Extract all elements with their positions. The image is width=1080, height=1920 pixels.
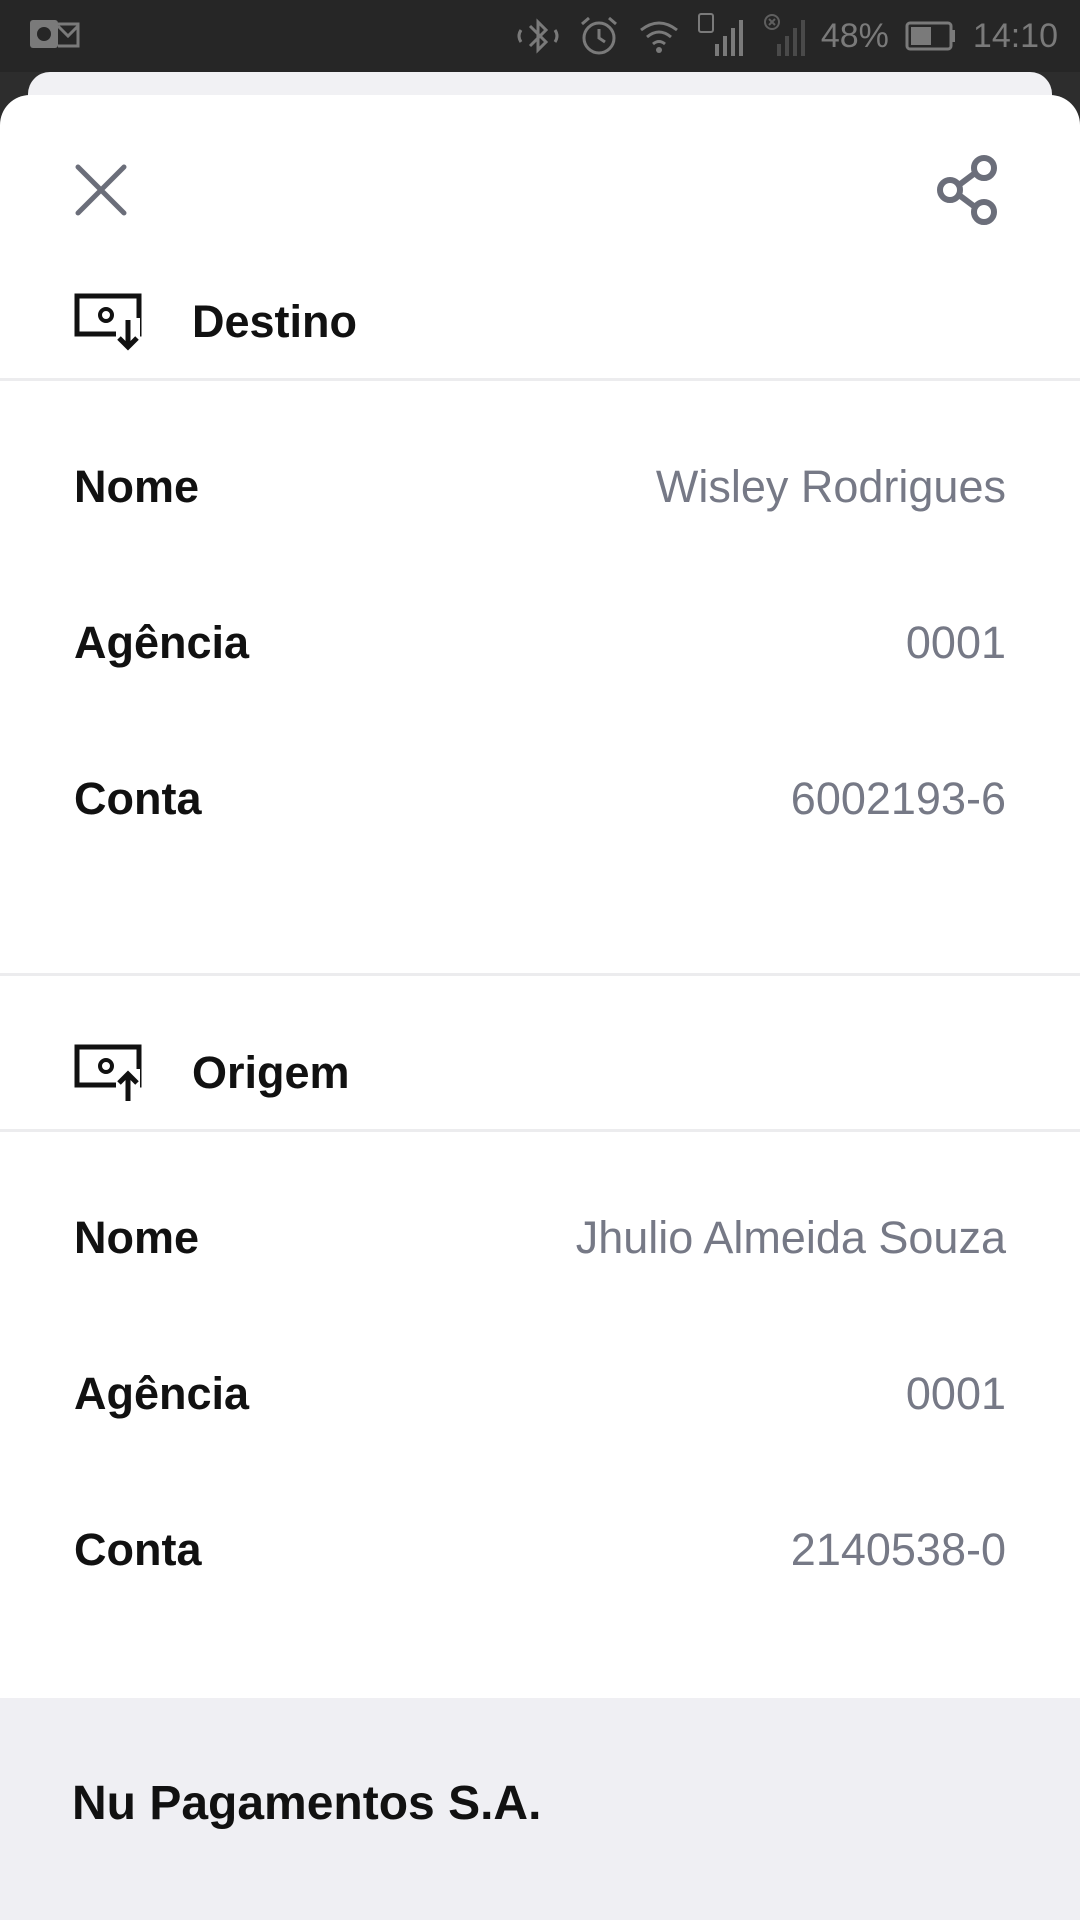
row-value: 2140538-0 [790, 1524, 1006, 1575]
share-icon [937, 155, 997, 225]
row-label: Conta [74, 1524, 202, 1575]
origin-title: Origem [192, 1046, 350, 1098]
battery-icon [905, 20, 957, 52]
origin-name-row: Nome Jhulio Almeida Souza [0, 1160, 1080, 1316]
destination-header: Destino [0, 265, 1080, 378]
origin-account-row: Conta 2140538-0 [0, 1472, 1080, 1628]
row-label: Nome [74, 1212, 200, 1263]
destination-agency-row: Agência 0001 [0, 565, 1080, 721]
signal-icon [697, 12, 747, 60]
wifi-icon [637, 14, 681, 58]
battery-percent: 48% [820, 16, 889, 55]
destination-rows: Nome Wisley Rodrigues Agência 0001 Conta… [0, 381, 1080, 877]
transfer-details-sheet: Destino Nome Wisley Rodrigues Agência 00… [0, 95, 1080, 1920]
outlook-icon [28, 14, 80, 59]
sheet-header [0, 95, 1080, 265]
row-label: Agência [74, 1368, 250, 1419]
row-label: Conta [74, 773, 202, 824]
row-label: Agência [74, 617, 250, 668]
money-receive-icon [74, 293, 142, 352]
row-label: Nome [74, 461, 200, 512]
destination-name-row: Nome Wisley Rodrigues [0, 409, 1080, 565]
origin-header: Origem [0, 1016, 1080, 1129]
bluetooth-icon [515, 14, 561, 58]
close-button[interactable] [66, 155, 136, 225]
origin-agency-row: Agência 0001 [0, 1316, 1080, 1472]
share-button[interactable] [930, 150, 1010, 230]
company-name: Nu Pagamentos S.A. [72, 1777, 542, 1830]
destination-account-row: Conta 6002193-6 [0, 721, 1080, 877]
status-bar: 48% 14:10 [0, 0, 1080, 72]
footer: Nu Pagamentos S.A. [0, 1698, 1080, 1920]
alarm-icon [577, 14, 621, 58]
no-signal-icon [763, 12, 805, 60]
money-send-icon [74, 1044, 142, 1103]
row-value: 6002193-6 [790, 773, 1006, 824]
destination-title: Destino [192, 295, 358, 347]
clock: 14:10 [972, 16, 1058, 55]
row-value: Wisley Rodrigues [655, 461, 1006, 512]
row-value: Jhulio Almeida Souza [575, 1212, 1006, 1263]
row-value: 0001 [905, 617, 1006, 668]
row-value: 0001 [905, 1368, 1006, 1419]
close-icon [75, 164, 127, 216]
origin-rows: Nome Jhulio Almeida Souza Agência 0001 C… [0, 1132, 1080, 1628]
